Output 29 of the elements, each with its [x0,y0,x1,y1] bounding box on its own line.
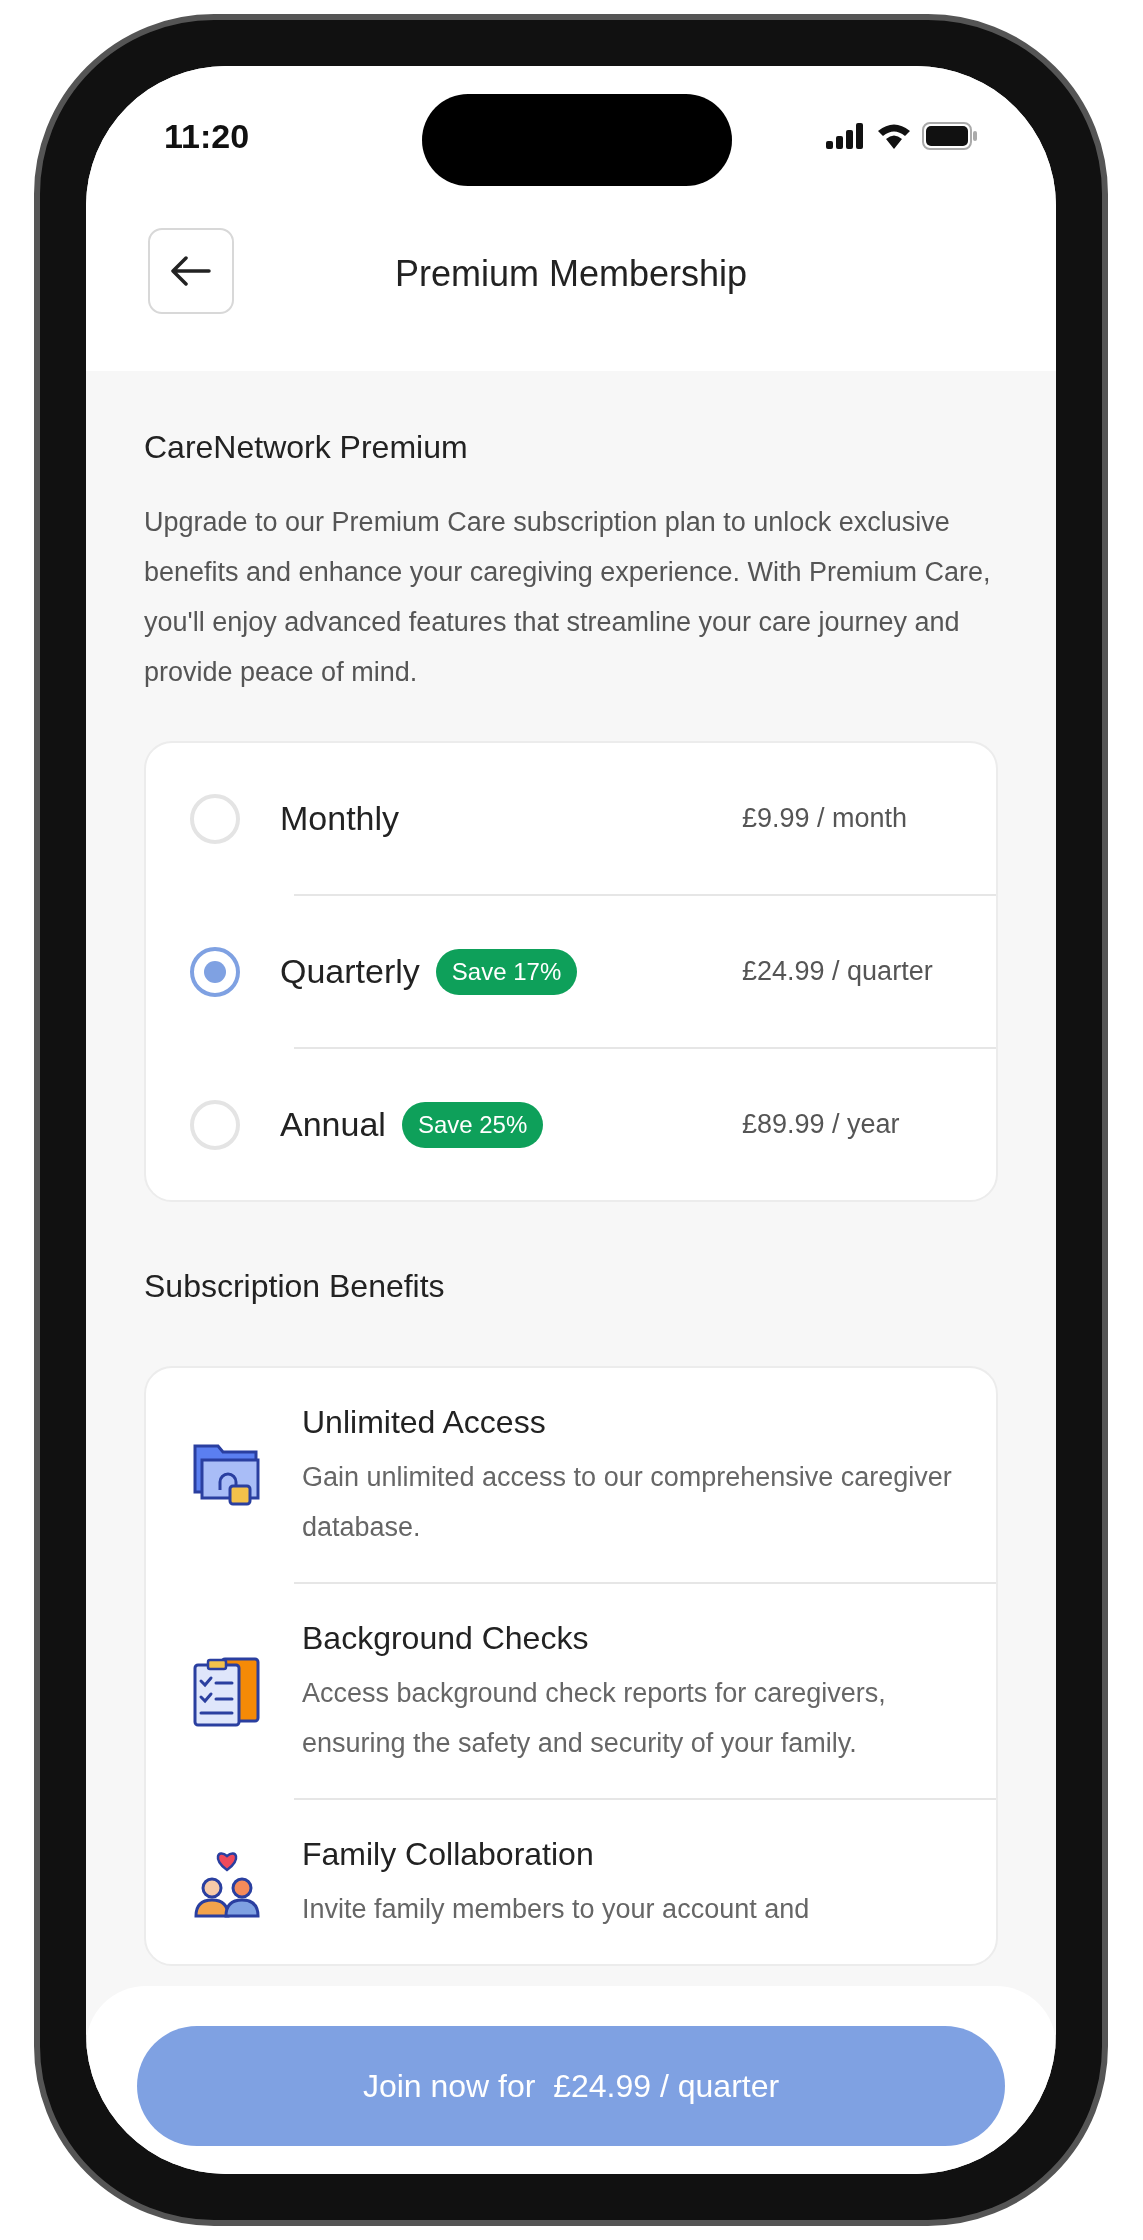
benefit-description: Gain unlimited access to our comprehensive caregiver database. [302,1461,953,1544]
benefit-title: Unlimited Access [302,1403,547,1442]
intro-paragraph: Upgrade to our Premium Care subscription plan to unlock exclusive benefits and enhance your caregiving experience. With Premium Care, you'll enjoy advanced features that streamline your care journey and provide peace of mind. [144,506,992,689]
back-arrow-icon [171,256,211,286]
plan-option[interactable]: Quarterly Save 17% £24.99 / quarter [146,896,996,1047]
battery-icon [922,122,978,150]
back-button[interactable] [148,228,234,314]
savings-badge: Save 17% [435,948,578,995]
plan-name: Annual [280,1104,386,1145]
plan-option[interactable]: Monthly £9.99 / month [146,743,996,894]
radio-button[interactable] [190,946,240,997]
plan-price: £89.99 / year [742,1108,901,1142]
section-title: CareNetwork Premium [144,428,469,467]
benefit-title: Background Checks [302,1619,590,1658]
benefit-description: Access background check reports for caregivers, ensuring the safety and security of your family. [302,1677,887,1760]
savings-badge: Save 25% [401,1101,544,1148]
plan-name: Monthly [280,798,400,839]
clipboard-icon [192,1655,262,1727]
section-title: Subscription Benefits [144,1267,446,1306]
benefit-description: Invite family members to your account and [302,1893,810,1926]
page-title: Premium Membership [394,251,748,296]
signal-icon [826,123,866,149]
plan-price: £24.99 / quarter [742,955,934,989]
status-time: 11:20 [164,115,250,157]
plan-name: Quarterly [280,951,420,992]
benefit-title: Family Collaboration [302,1835,595,1874]
wifi-icon [876,122,912,150]
plan-option[interactable]: Annual Save 25% £89.99 / year [146,1049,996,1200]
plan-price: £9.99 / month [742,802,909,836]
